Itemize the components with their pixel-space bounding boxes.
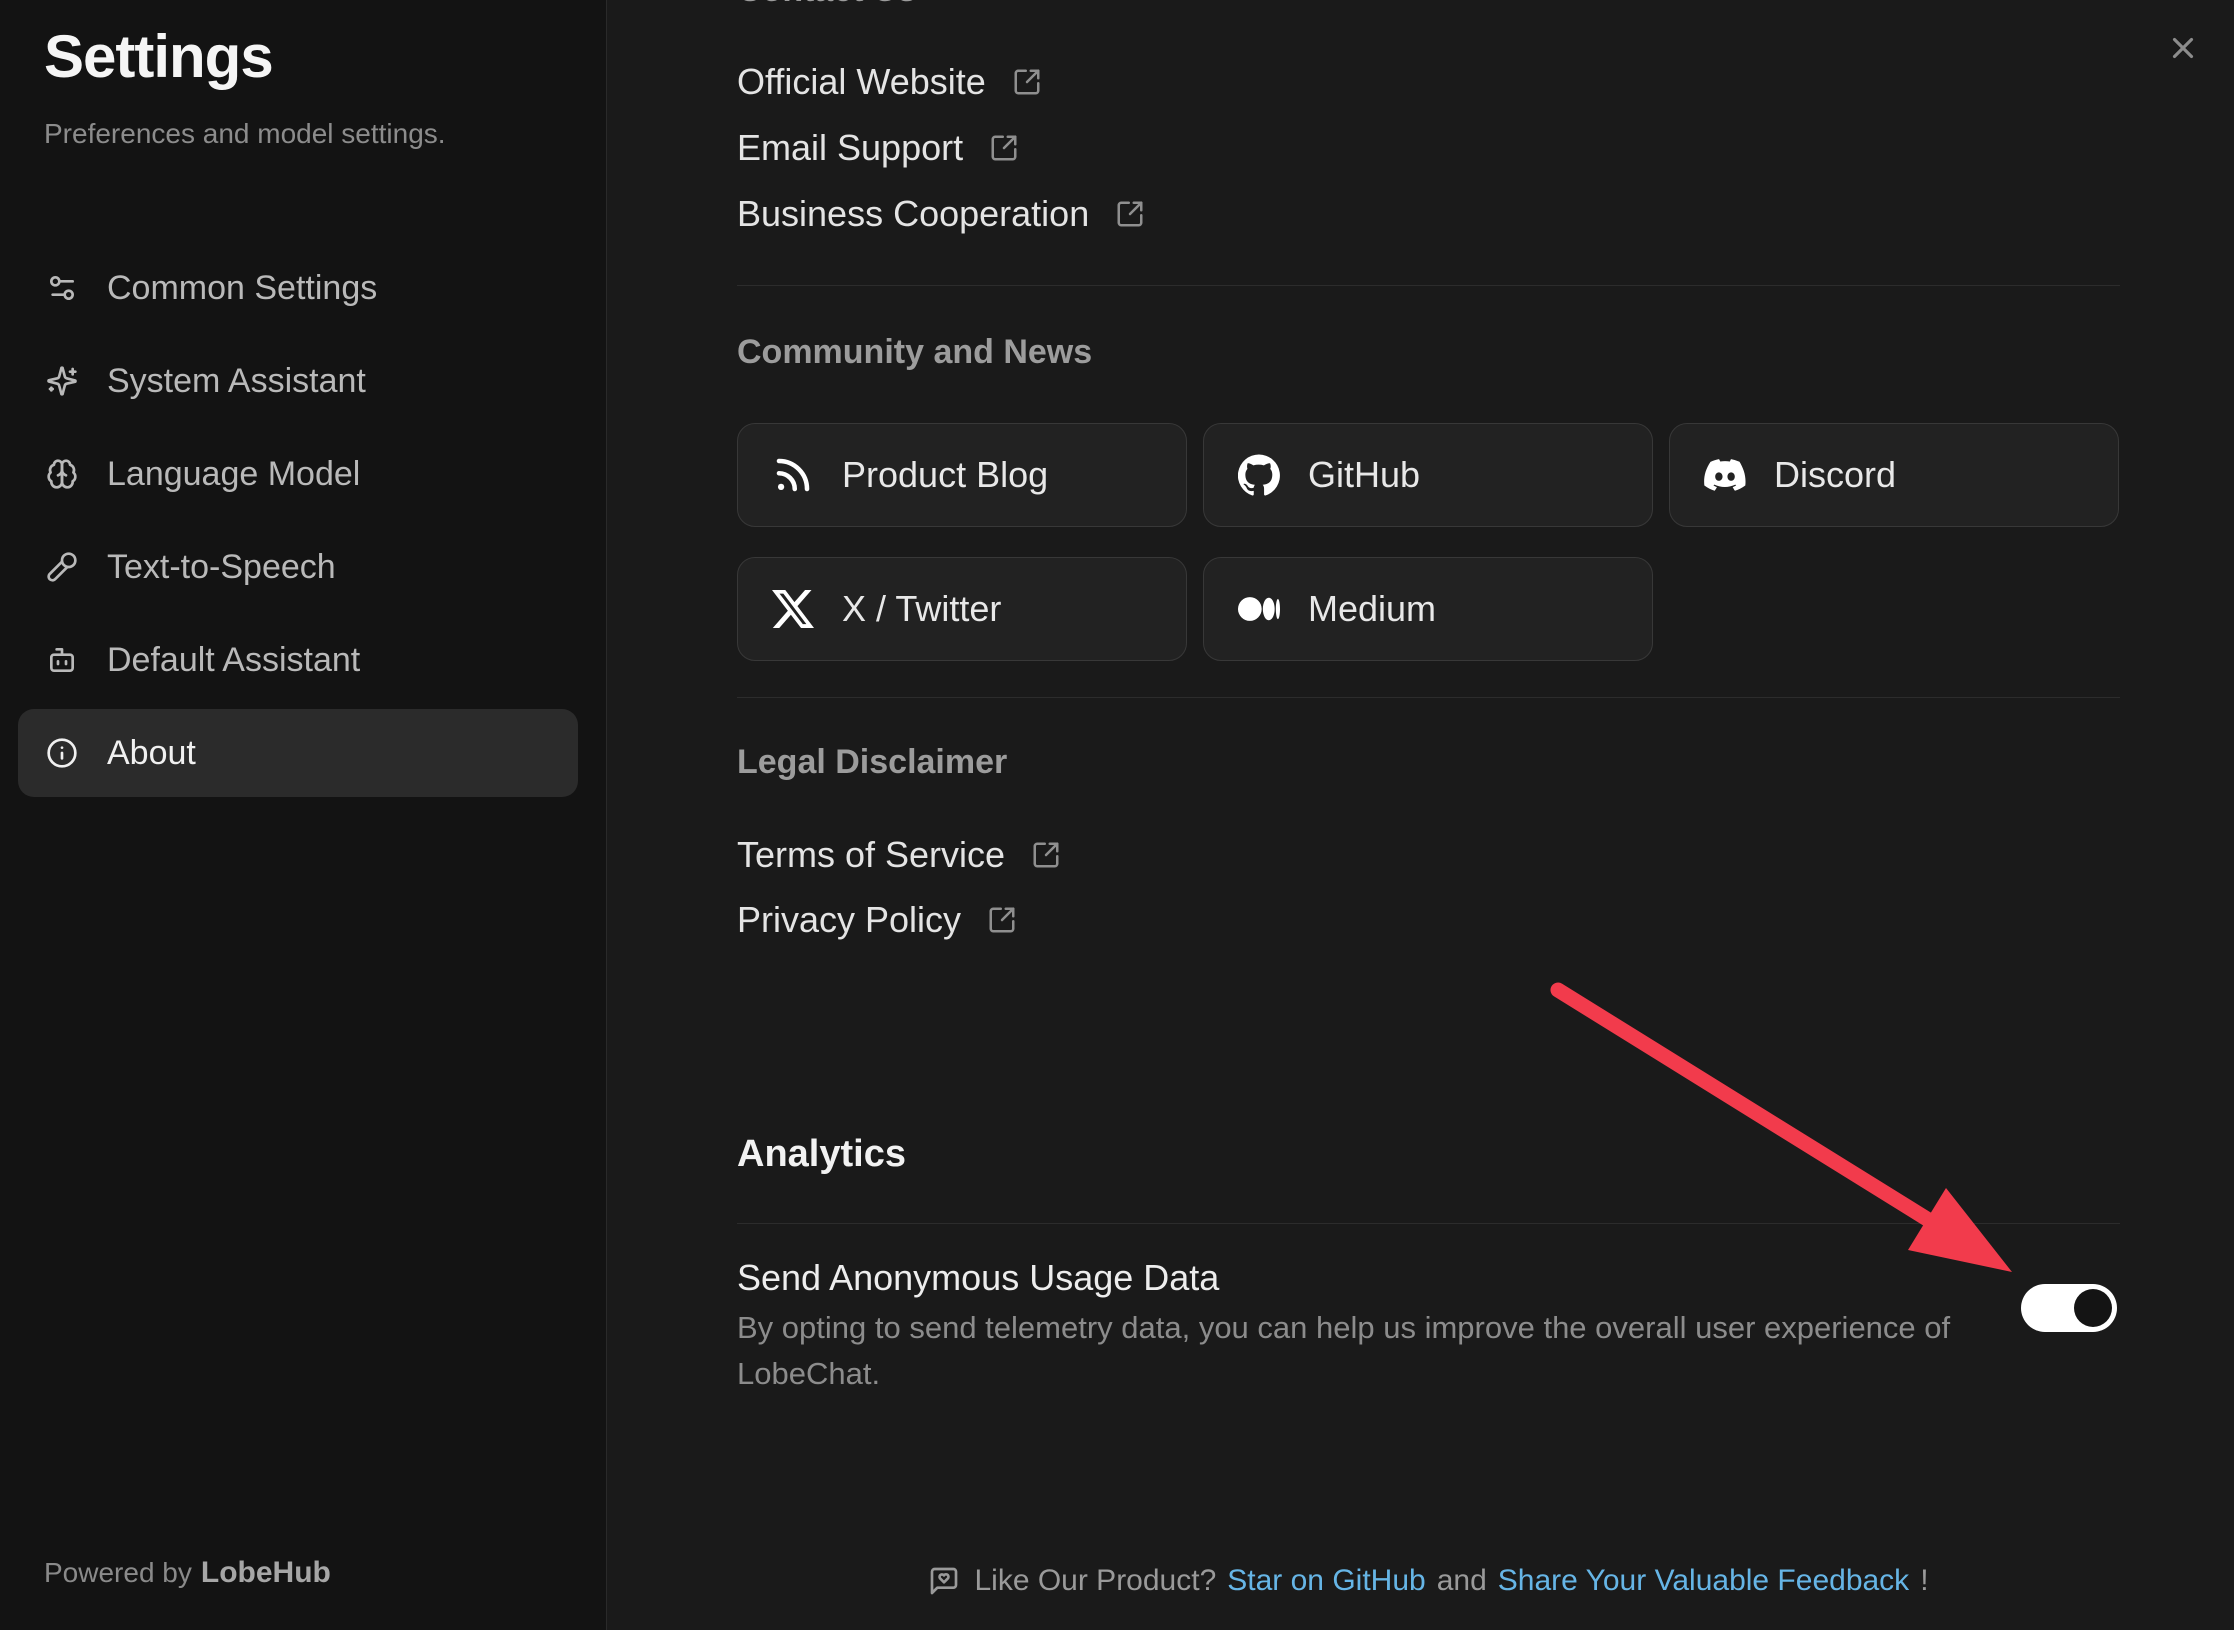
- sidebar: Settings Preferences and model settings.…: [0, 0, 607, 1630]
- terms-of-service-link[interactable]: Terms of Service: [737, 831, 1061, 879]
- link-label: Email Support: [737, 127, 963, 169]
- analytics-setting: Send Anonymous Usage Data By opting to s…: [737, 1253, 1987, 1397]
- usage-data-toggle[interactable]: [2021, 1284, 2117, 1332]
- page-subtitle: Preferences and model settings.: [44, 118, 446, 150]
- share-feedback-link[interactable]: Share Your Valuable Feedback: [1498, 1564, 1909, 1598]
- message-square-heart-icon: [928, 1565, 960, 1597]
- setting-label: Send Anonymous Usage Data: [737, 1253, 1987, 1303]
- section-divider: [737, 1223, 2120, 1224]
- external-link-icon: [1115, 199, 1145, 229]
- community-buttons: Product Blog GitHub Discord X / Twitter: [737, 423, 2120, 661]
- about-panel: Contact Us Official Website Email Suppor…: [608, 0, 2234, 1630]
- sidebar-item-label: System Assistant: [107, 362, 366, 401]
- link-label: Business Cooperation: [737, 193, 1089, 235]
- external-link-icon: [1031, 840, 1061, 870]
- external-link-icon: [1012, 67, 1042, 97]
- section-divider: [737, 697, 2120, 698]
- sidebar-item-label: Common Settings: [107, 269, 377, 308]
- link-label: Terms of Service: [737, 834, 1005, 876]
- powered-by-text: Powered by: [44, 1557, 192, 1588]
- section-heading-legal: Legal Disclaimer: [737, 742, 1007, 782]
- toggle-knob: [2074, 1289, 2112, 1327]
- link-label: Privacy Policy: [737, 899, 961, 941]
- button-label: Product Blog: [842, 454, 1048, 496]
- powered-by: Powered by LobeHub: [44, 1556, 331, 1590]
- section-heading-community: Community and News: [737, 332, 1092, 372]
- section-heading-analytics: Analytics: [737, 1130, 906, 1178]
- x-twitter-button[interactable]: X / Twitter: [737, 557, 1187, 661]
- close-icon: [2166, 31, 2200, 65]
- section-heading-contact: Contact Us: [737, 0, 916, 10]
- discord-icon: [1704, 454, 1746, 496]
- sidebar-item-default-assistant[interactable]: Default Assistant: [18, 616, 578, 704]
- product-blog-button[interactable]: Product Blog: [737, 423, 1187, 527]
- settings-nav: Common Settings System Assistant Languag…: [18, 244, 578, 802]
- rss-icon: [772, 454, 814, 496]
- link-label: Official Website: [737, 61, 986, 103]
- brain-icon: [46, 458, 78, 490]
- discord-button[interactable]: Discord: [1669, 423, 2119, 527]
- sidebar-item-text-to-speech[interactable]: Text-to-Speech: [18, 523, 578, 611]
- github-icon: [1238, 454, 1280, 496]
- lobehub-brand: LobeHub: [201, 1556, 331, 1589]
- footer-cta: Like Our Product? Star on GitHub and Sha…: [737, 1556, 2120, 1606]
- mic-icon: [46, 551, 78, 583]
- sliders-icon: [46, 272, 78, 304]
- external-link-icon: [989, 133, 1019, 163]
- sidebar-item-label: About: [107, 734, 196, 773]
- footer-text: !: [1920, 1564, 1928, 1598]
- sidebar-item-language-model[interactable]: Language Model: [18, 430, 578, 518]
- sidebar-item-label: Text-to-Speech: [107, 548, 336, 587]
- sidebar-item-common-settings[interactable]: Common Settings: [18, 244, 578, 332]
- footer-text: and: [1437, 1564, 1487, 1598]
- page-title: Settings: [44, 22, 273, 91]
- sidebar-item-label: Default Assistant: [107, 641, 360, 680]
- settings-page: Settings Preferences and model settings.…: [0, 0, 2234, 1630]
- official-website-link[interactable]: Official Website: [737, 58, 1042, 106]
- business-cooperation-link[interactable]: Business Cooperation: [737, 190, 1145, 238]
- medium-button[interactable]: Medium: [1203, 557, 1653, 661]
- setting-description: By opting to send telemetry data, you ca…: [737, 1305, 1987, 1397]
- button-label: Medium: [1308, 588, 1436, 630]
- star-on-github-link[interactable]: Star on GitHub: [1227, 1564, 1425, 1598]
- footer-text: Like Our Product?: [974, 1564, 1216, 1598]
- email-support-link[interactable]: Email Support: [737, 124, 1019, 172]
- sparkles-icon: [46, 365, 78, 397]
- github-button[interactable]: GitHub: [1203, 423, 1653, 527]
- medium-icon: [1238, 588, 1280, 630]
- privacy-policy-link[interactable]: Privacy Policy: [737, 896, 1017, 944]
- external-link-icon: [987, 905, 1017, 935]
- button-label: Discord: [1774, 454, 1896, 496]
- sidebar-item-system-assistant[interactable]: System Assistant: [18, 337, 578, 425]
- close-button[interactable]: [2155, 20, 2211, 76]
- button-label: GitHub: [1308, 454, 1420, 496]
- info-icon: [46, 737, 78, 769]
- sidebar-item-label: Language Model: [107, 455, 360, 494]
- x-twitter-icon: [772, 588, 814, 630]
- section-divider: [737, 285, 2120, 286]
- sidebar-item-about[interactable]: About: [18, 709, 578, 797]
- bot-icon: [46, 644, 78, 676]
- button-label: X / Twitter: [842, 588, 1001, 630]
